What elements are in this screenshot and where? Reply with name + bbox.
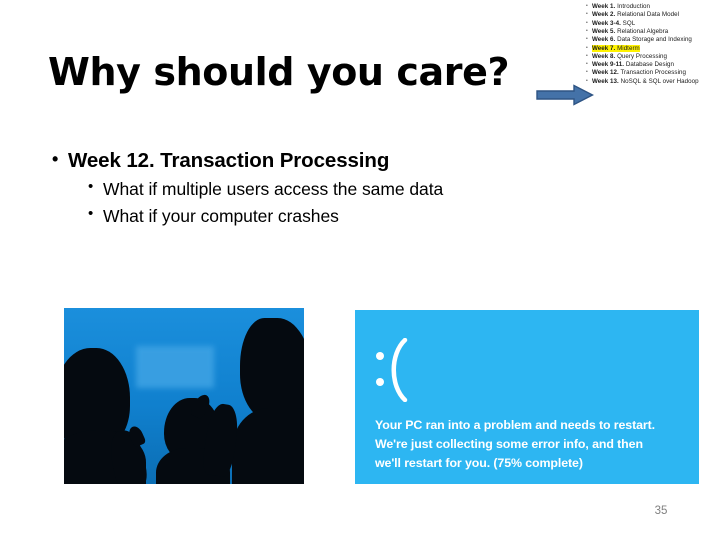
- syllabus-item-topic: NoSQL & SQL over Hadoop: [620, 77, 699, 85]
- syllabus-item-topic: Database Design: [625, 61, 675, 69]
- silhouette-person-right-body: [232, 408, 304, 484]
- syllabus-item-week: Week 3-4.: [592, 19, 621, 27]
- bullet-icon: •: [88, 204, 94, 222]
- bsod-message-line: Your PC ran into a problem and needs to …: [375, 418, 656, 432]
- syllabus-item-topic: SQL: [622, 19, 636, 27]
- syllabus-item-week: Week 8.: [592, 52, 616, 60]
- syllabus-outline: • Week 1. Introduction • Week 2. Relationa…: [586, 3, 718, 86]
- syllabus-item-week: Week 13.: [592, 77, 619, 85]
- sad-face-icon: [375, 337, 421, 403]
- syllabus-item: • Week 5. Relational Algebra: [586, 28, 718, 36]
- syllabus-item-week: Week 5.: [592, 27, 616, 35]
- bullet-level2-text: What if your computer crashes: [103, 205, 339, 226]
- syllabus-item-topic: Data Storage and Indexing: [617, 36, 692, 44]
- syllabus-item-week: Week 1.: [592, 3, 616, 11]
- syllabus-item-topic: Midterm: [617, 44, 640, 52]
- bullet-icon: •: [88, 177, 94, 195]
- page-title: Why should you care?: [48, 50, 510, 94]
- syllabus-item-week: Week 2.: [592, 11, 616, 19]
- photo-blue-screen-of-death: Your PC ran into a problem and needs to …: [355, 310, 699, 484]
- photo-silhouettes-people: [64, 308, 304, 484]
- bullet-icon: •: [52, 149, 59, 169]
- bullet-level2: • What if your computer crashes: [46, 203, 606, 230]
- syllabus-item: • Week 8. Query Processing: [586, 53, 718, 61]
- syllabus-item-week: Week 7.: [592, 44, 616, 52]
- syllabus-item: • Week 9-11. Database Design: [586, 61, 718, 69]
- bullet-level2: • What if multiple users access the same…: [46, 176, 606, 203]
- bullet-level2-text: What if multiple users access the same d…: [103, 178, 444, 199]
- screen-glow: [136, 346, 214, 388]
- syllabus-item-topic: Introduction: [617, 3, 650, 11]
- syllabus-item: • Week 2. Relational Data Model: [586, 11, 718, 19]
- syllabus-item-midterm-highlighted: • Week 7. Midterm: [586, 44, 718, 52]
- body-bullet-list: • Week 12. Transaction Processing • What…: [46, 146, 606, 230]
- silhouette-person-right-head: [240, 318, 304, 422]
- right-arrow-icon: [536, 84, 595, 106]
- syllabus-item-week: Week 12.: [592, 69, 619, 77]
- syllabus-item-topic: Query Processing: [617, 52, 668, 60]
- syllabus-item-topic: Relational Data Model: [617, 11, 679, 19]
- syllabus-item: • Week 1. Introduction: [586, 3, 718, 11]
- bsod-message-line: We're just collecting some error info, a…: [375, 436, 643, 451]
- syllabus-item-topic: Transaction Processing: [620, 69, 686, 77]
- slide-canvas: • Week 1. Introduction • Week 2. Relationa…: [0, 0, 720, 540]
- bsod-message-line: we'll restart for you. (75% complete): [375, 455, 583, 470]
- syllabus-item: • Week 6. Data Storage and Indexing: [586, 36, 718, 44]
- bullet-level1-text: Week 12. Transaction Processing: [68, 149, 390, 172]
- syllabus-item: • Week 3-4. SQL: [586, 20, 718, 28]
- syllabus-item-week: Week 9-11.: [592, 61, 625, 69]
- syllabus-item-week: Week 6.: [592, 36, 616, 44]
- syllabus-item: • Week 13. NoSQL & SQL over Hadoop: [586, 78, 718, 86]
- page-number: 35: [654, 505, 668, 517]
- syllabus-item-current: • Week 12. Transaction Processing: [586, 69, 718, 77]
- bsod-message: Your PC ran into a problem and needs to …: [375, 416, 693, 473]
- syllabus-item-topic: Relational Algebra: [617, 27, 669, 35]
- bullet-level1: • Week 12. Transaction Processing: [46, 146, 606, 176]
